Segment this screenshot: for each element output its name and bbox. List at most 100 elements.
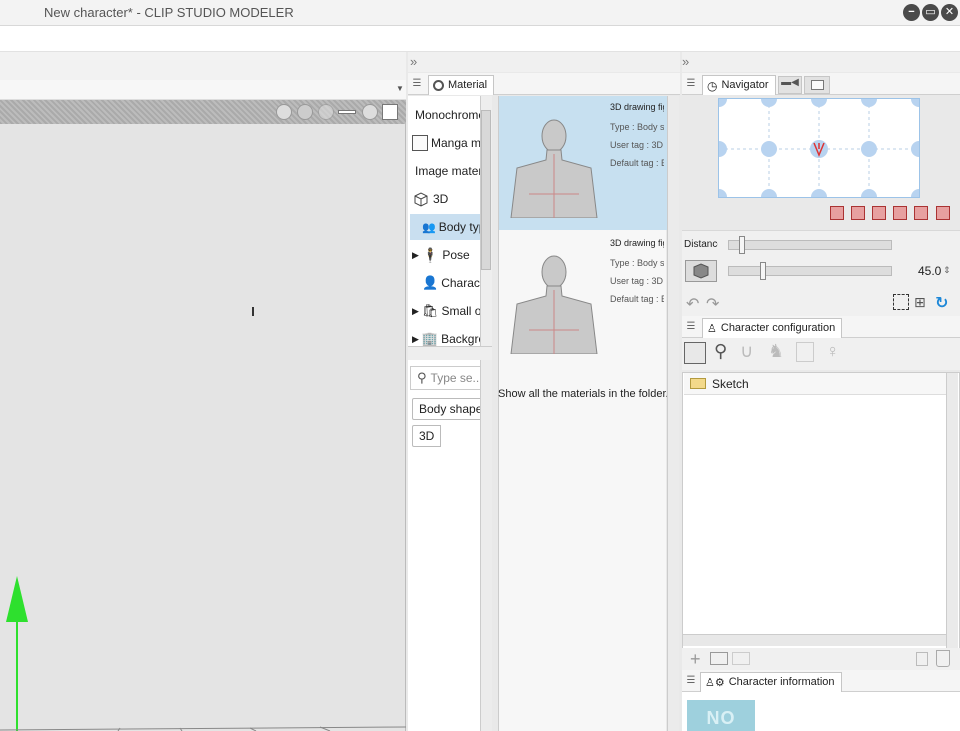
tab-character-configuration[interactable]: ♙ Character configuration (702, 318, 843, 338)
folder-icon (690, 378, 706, 389)
configuration-footer: + (682, 648, 960, 670)
tab-material[interactable]: Material (428, 75, 495, 95)
small-object-icon: 🛍 (421, 303, 439, 318)
minimize-button[interactable]: − (903, 4, 920, 21)
building-icon: 🏢 (421, 331, 439, 346)
panel-menu-icon[interactable]: ☰ (684, 675, 698, 686)
command-bar (0, 52, 406, 80)
tag-body-shape[interactable]: Body shape (412, 398, 482, 420)
perspective-cube-icon (693, 263, 709, 279)
distance-slider[interactable] (728, 240, 892, 250)
expand-arrow-icon[interactable]: ▶ (412, 250, 419, 261)
joint-icon[interactable] (362, 104, 378, 120)
double-chevron-icon[interactable]: » (682, 54, 689, 69)
panel-menu-icon[interactable]: ☰ (410, 78, 424, 89)
map-icon[interactable] (382, 104, 398, 120)
dotted-sphere-icon[interactable] (276, 104, 292, 120)
globe-icon[interactable] (297, 104, 313, 120)
tag-3d[interactable]: 3D (412, 425, 442, 447)
tab-character-information[interactable]: ♙⚙ Character information (700, 672, 842, 692)
character-icon: 👤 (422, 275, 439, 290)
configuration-horizontal-scrollbar[interactable] (683, 634, 946, 646)
manga-icon (412, 135, 428, 151)
angle-slider-knob[interactable] (760, 262, 766, 280)
tab-screen[interactable] (804, 76, 830, 94)
duplicate-icon[interactable] (916, 652, 928, 666)
tree-item-body-type[interactable]: 👥 Body type (410, 214, 480, 240)
expand-arrow-icon[interactable]: ▶ (412, 334, 419, 345)
view-right-icon[interactable] (893, 206, 907, 220)
navigator-grid (711, 91, 927, 205)
trash-icon[interactable] (936, 650, 950, 667)
scene-icon[interactable] (684, 342, 706, 364)
material-card[interactable]: 3D drawing figure Type : Body shape User… (499, 232, 667, 366)
folder-open-icon[interactable] (732, 652, 750, 665)
add-icon[interactable]: + (690, 649, 701, 670)
tree-horizontal-scrollbar[interactable] (408, 346, 492, 360)
tree-item-manga[interactable]: Manga material (408, 130, 480, 156)
bag-icon[interactable] (796, 342, 814, 362)
animal-icon[interactable]: ♞ (768, 341, 784, 362)
expand-arrow-icon[interactable]: ▶ (412, 306, 419, 317)
material-card[interactable]: 3D drawing figure Type : Body shape User… (499, 96, 667, 230)
panel-menu-icon[interactable]: ☰ (684, 78, 698, 89)
list-item[interactable]: Sketch (684, 373, 946, 395)
view-back-icon[interactable] (851, 206, 865, 220)
tree-scroll-thumb[interactable] (481, 110, 491, 270)
magnet-icon[interactable]: ∪ (740, 341, 753, 362)
tree-item-image[interactable]: Image material (408, 158, 480, 184)
tab-camera[interactable]: ▬◀ (778, 76, 802, 94)
double-chevron-icon[interactable]: » (410, 54, 417, 69)
material-list-scrollbar[interactable] (667, 96, 679, 731)
navigator-icon: ◷ (707, 79, 718, 93)
configuration-vertical-scrollbar[interactable] (946, 373, 958, 654)
menu-bar (0, 26, 960, 52)
angle-slider[interactable] (728, 266, 892, 276)
body-parts-icon[interactable]: ⚲ (714, 341, 727, 362)
distance-slider-knob[interactable] (739, 236, 745, 254)
fit-selection-icon[interactable] (893, 294, 909, 310)
material-icon (433, 80, 444, 91)
panel-menu-icon[interactable]: ☰ (684, 321, 698, 332)
screen-icon (811, 80, 824, 90)
navigator-collapse-row: » (682, 52, 960, 72)
close-button[interactable]: ✕ (941, 4, 958, 21)
tab-material-label: Material (448, 79, 488, 91)
distance-label: Distance (684, 239, 718, 250)
tree-item-monochrome[interactable]: Monochrome (408, 102, 480, 128)
spinner-icon[interactable]: ⇕ (943, 265, 951, 276)
sphere-outline-icon[interactable] (318, 104, 334, 120)
3d-viewport[interactable] (0, 124, 406, 731)
figure-icon[interactable]: ♀ (826, 341, 840, 362)
text-cursor-icon (252, 307, 254, 316)
perspective-button[interactable] (685, 260, 717, 282)
reset-camera-icon[interactable]: ↻ (935, 293, 948, 313)
camera-icon: ▬◀ (781, 77, 799, 88)
tab-navigator[interactable]: ◷ Navigator (702, 75, 776, 95)
figure-thumbnail (510, 119, 598, 218)
dropdown-arrow-icon[interactable]: ▼ (396, 84, 404, 93)
people-icon: 👥 (422, 221, 436, 234)
bone-icon[interactable] (338, 110, 356, 114)
undo-icon[interactable]: ↶ (686, 294, 699, 314)
navigator-preview[interactable] (711, 91, 927, 205)
angle-value[interactable]: 45.0 (918, 264, 941, 278)
person-gear-icon: ♙⚙ (705, 677, 725, 689)
material-list: 3D drawing figure Type : Body shape User… (498, 96, 667, 731)
tree-item-pose[interactable]: ▶ 🕴 Pose (408, 242, 480, 268)
restore-button[interactable]: ▭ (922, 4, 939, 21)
fit-all-icon[interactable]: ⊞ (914, 294, 926, 311)
view-top-icon[interactable] (914, 206, 928, 220)
figure-thumbnail (510, 255, 598, 354)
view-front-icon[interactable] (830, 206, 844, 220)
configuration-toolbar: ⚲ ∪ ♞ ♀ (682, 338, 960, 370)
tag-vertical-scrollbar[interactable] (480, 360, 492, 731)
redo-icon[interactable]: ↷ (706, 294, 719, 314)
view-bottom-icon[interactable] (936, 206, 950, 220)
tree-item-3d[interactable]: 3D (408, 186, 480, 212)
view-left-icon[interactable] (872, 206, 886, 220)
y-axis-arrow-icon (6, 576, 28, 622)
tree-item-small-object[interactable]: ▶ 🛍 Small object (408, 298, 480, 324)
new-folder-icon[interactable] (710, 652, 728, 665)
ground-grid (0, 726, 406, 731)
